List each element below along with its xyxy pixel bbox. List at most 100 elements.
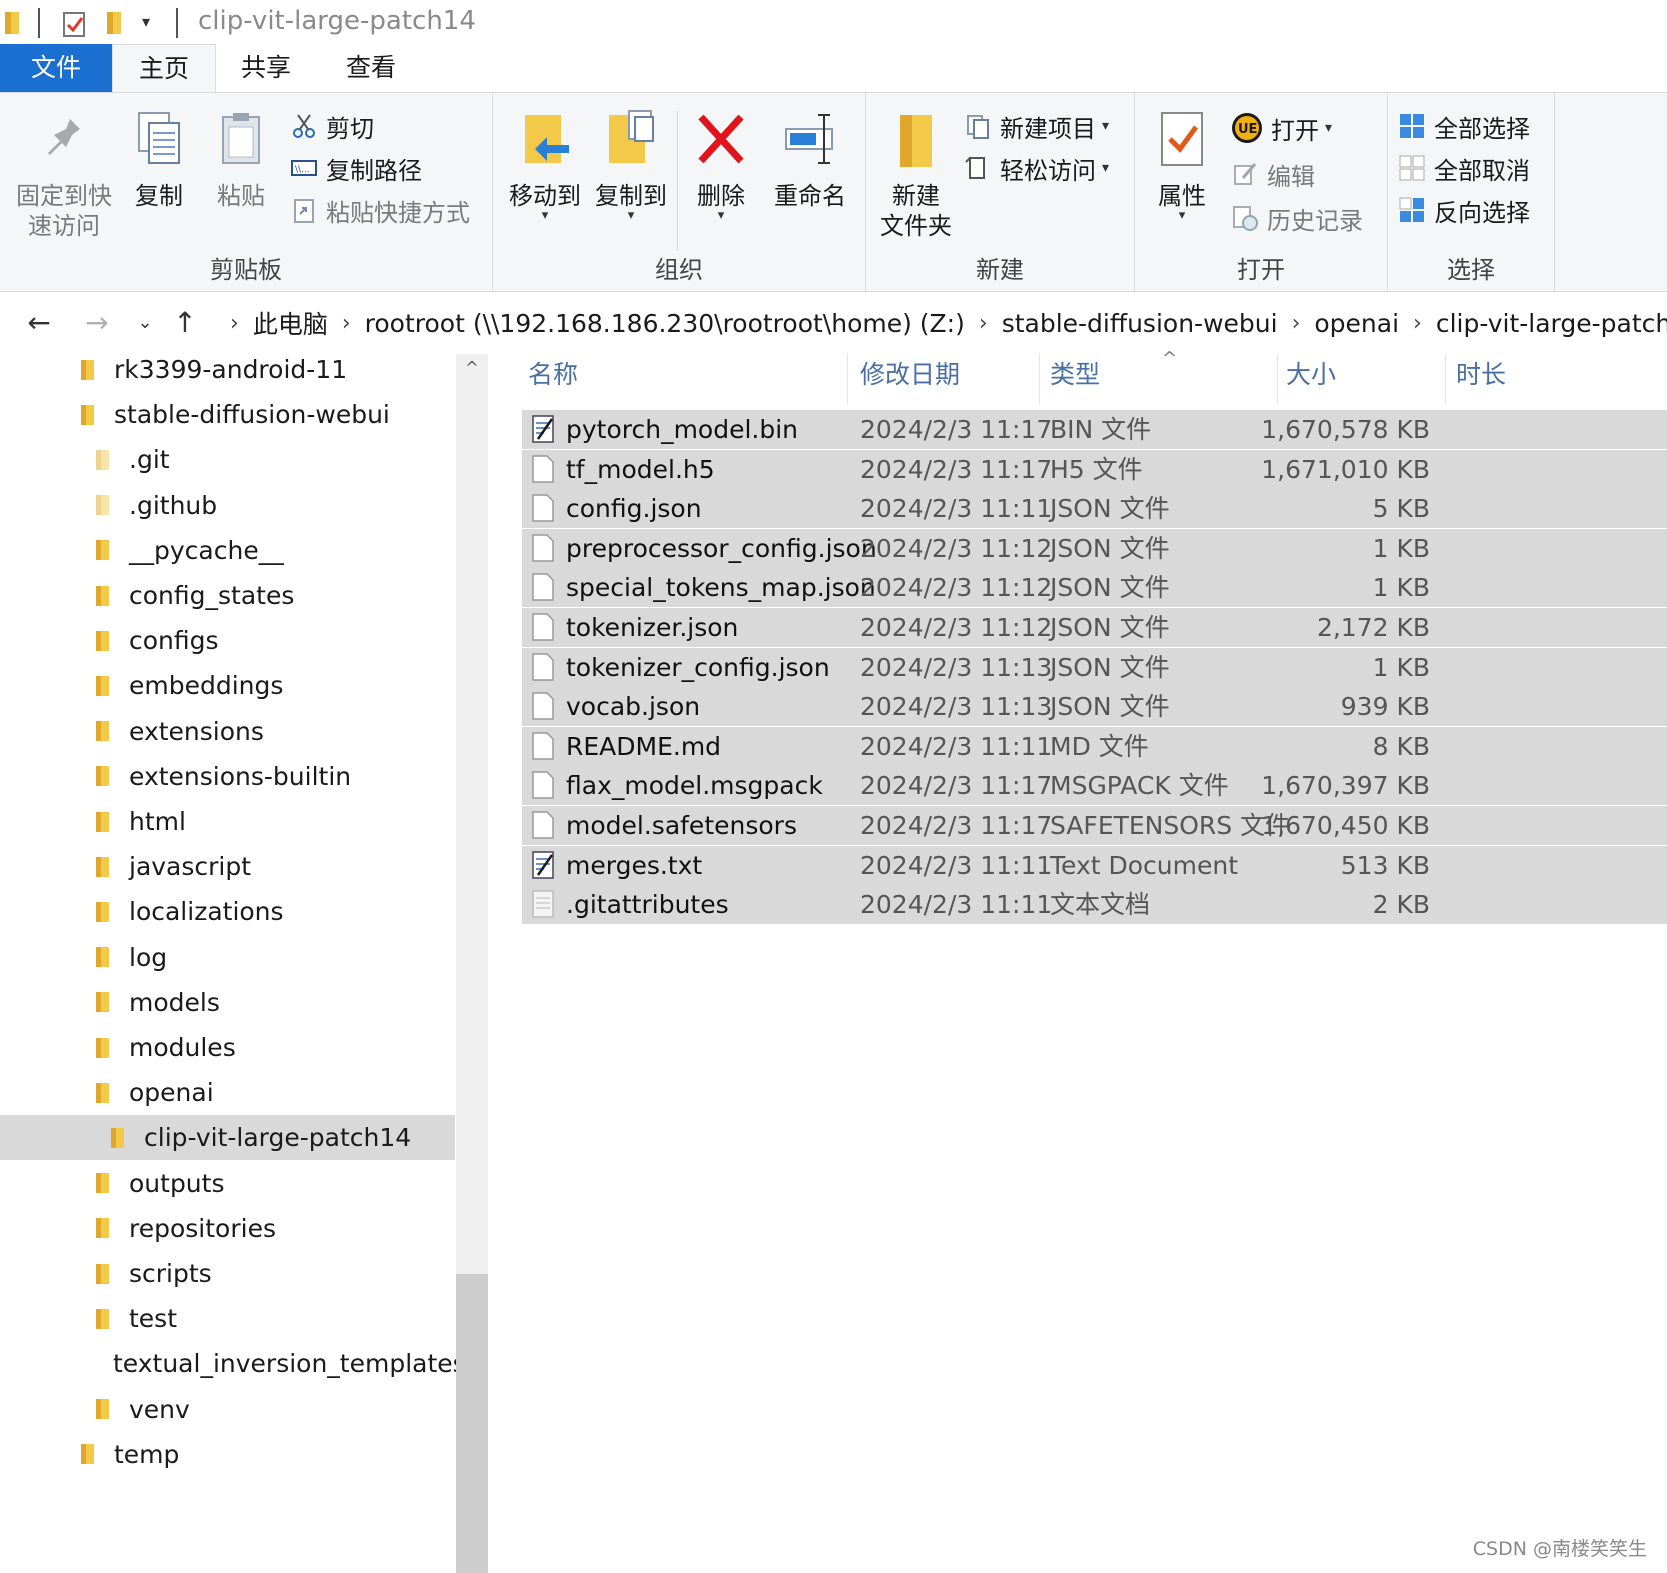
column-header-type-label: 类型 [1050, 360, 1101, 389]
tree-item[interactable]: openai [0, 1070, 455, 1115]
properties-button[interactable]: 属性 ▾ [1145, 107, 1219, 222]
rename-button[interactable]: 重命名 [765, 107, 855, 211]
file-row[interactable]: .gitattributes 2024/2/3 11:11 文本文档 2 KB [522, 885, 1667, 925]
column-header-date[interactable]: 修改日期 [850, 354, 1040, 404]
cut-label: 剪切 [326, 114, 374, 143]
delete-button[interactable]: 删除 ▾ [689, 107, 753, 222]
column-header-name[interactable]: 名称 [518, 354, 848, 404]
breadcrumb-openai[interactable]: openai [1308, 309, 1405, 338]
tree-item[interactable]: temp [0, 1432, 455, 1477]
column-header-duration[interactable]: 时长 [1446, 354, 1606, 404]
file-row[interactable]: tokenizer_config.json 2024/2/3 11:13 JSON … [522, 647, 1667, 687]
select-all-button[interactable]: 全部选择 [1398, 107, 1530, 145]
quick-access-dropdown-icon[interactable]: ▾ [142, 12, 150, 31]
pin-to-quick-access-button[interactable]: 固定到快 速访问 [12, 107, 116, 241]
file-name: special_tokens_map.json [566, 573, 876, 603]
history-button[interactable]: 历史记录 [1231, 199, 1363, 237]
chevron-right-icon[interactable]: › [971, 311, 996, 336]
tree-item[interactable]: log [0, 935, 455, 980]
file-row[interactable]: README.md 2024/2/3 11:11 MD 文件 8 KB [522, 726, 1667, 766]
file-row[interactable]: merges.txt 2024/2/3 11:11 Text Document 513… [522, 845, 1667, 885]
file-row[interactable]: tf_model.h5 2024/2/3 11:17 H5 文件 1,671,010 … [522, 449, 1667, 489]
tree-item[interactable]: models [0, 980, 455, 1025]
tree-item[interactable]: localizations [0, 889, 455, 934]
tree-item[interactable]: html [0, 799, 455, 844]
tree-item[interactable]: repositories [0, 1206, 455, 1251]
chevron-right-icon[interactable]: › [334, 311, 359, 336]
new-item-button[interactable]: 新建项目 ▾ [964, 107, 1109, 145]
properties-quick-access-icon[interactable] [62, 10, 88, 38]
tree-item[interactable]: embeddings [0, 663, 455, 708]
file-row[interactable]: vocab.json 2024/2/3 11:13 JSON 文件 939 KB [522, 687, 1667, 727]
tab-view[interactable]: 查看 [316, 44, 426, 92]
chevron-right-icon[interactable]: › [1405, 311, 1430, 336]
breadcrumb-this-pc[interactable]: 此电脑 [247, 305, 334, 341]
tab-home[interactable]: 主页 [112, 44, 216, 92]
navigation-scrollbar[interactable]: ^ [456, 354, 488, 1573]
address-bar[interactable]: › 此电脑 › rootroot (\\192.168.186.230\root… [210, 298, 1667, 348]
easy-access-button[interactable]: 轻松访问 ▾ [964, 149, 1109, 187]
tab-file[interactable]: 文件 [0, 44, 112, 92]
copy-button[interactable]: 复制 [124, 107, 194, 211]
tree-item[interactable]: textual_inversion_templates [0, 1341, 466, 1386]
cut-button[interactable]: 剪切 [290, 107, 374, 145]
tree-item[interactable]: .git [0, 437, 455, 482]
paste-shortcut-button[interactable]: 粘贴快捷方式 [290, 191, 470, 229]
tree-item[interactable]: javascript [0, 844, 455, 889]
forward-arrow-icon[interactable]: → [80, 306, 114, 340]
tree-item[interactable]: outputs [0, 1161, 455, 1206]
breadcrumb-stable-diffusion-webui[interactable]: stable-diffusion-webui [996, 309, 1284, 338]
tree-item[interactable]: rk3399-android-11 [0, 354, 455, 392]
tree-item[interactable]: config_states [0, 573, 455, 618]
tree-item[interactable]: modules [0, 1025, 455, 1070]
up-arrow-icon[interactable]: ↑ [168, 306, 202, 340]
file-row[interactable]: pytorch_model.bin 2024/2/3 11:17 BIN 文件 1,6… [522, 410, 1667, 449]
back-arrow-icon[interactable]: ← [22, 306, 56, 340]
open-button[interactable]: UE 打开 ▾ [1231, 109, 1332, 147]
title-bar: ▾ clip-vit-large-patch14 [0, 0, 1667, 44]
pin-label-line1: 固定到快 [16, 182, 112, 210]
file-row[interactable]: preprocessor_config.json 2024/2/3 11:12 JS… [522, 528, 1667, 568]
file-row[interactable]: special_tokens_map.json 2024/2/3 11:12 JSO… [522, 568, 1667, 608]
paste-button[interactable]: 粘贴 [206, 107, 276, 211]
tree-item-label: rk3399-android-11 [114, 355, 348, 384]
folder-icon [96, 495, 109, 516]
tree-item[interactable]: test [0, 1296, 455, 1341]
file-row[interactable]: model.safetensors 2024/2/3 11:17 SAFETENSO… [522, 806, 1667, 845]
tree-item[interactable]: .github [0, 483, 455, 528]
recent-locations-chevron-icon[interactable]: ⌄ [128, 306, 162, 340]
new-folder-button[interactable]: 新建 文件夹 [874, 107, 958, 241]
file-type: JSON 文件 [1050, 692, 1170, 722]
file-size: 1,670,450 KB [1261, 811, 1430, 840]
tree-item[interactable]: extensions [0, 709, 455, 754]
tree-item[interactable]: venv [0, 1387, 455, 1432]
tree-item[interactable]: stable-diffusion-webui [0, 392, 455, 437]
file-row[interactable]: tokenizer.json 2024/2/3 11:12 JSON 文件 2,172… [522, 608, 1667, 647]
breadcrumb-current-folder[interactable]: clip-vit-large-patch14 [1430, 309, 1667, 338]
edit-button[interactable]: 编辑 [1231, 155, 1315, 193]
tree-item[interactable]: extensions-builtin [0, 754, 455, 799]
copy-path-button[interactable]: \\... 复制路径 [290, 149, 422, 187]
tree-item[interactable]: configs [0, 618, 455, 663]
tree-item[interactable]: scripts [0, 1251, 455, 1296]
column-header-size[interactable]: 大小 [1276, 354, 1446, 404]
new-folder-quick-access-icon[interactable] [106, 10, 124, 36]
tree-item[interactable]: clip-vit-large-patch14 [0, 1115, 455, 1161]
chevron-right-icon[interactable]: › [1284, 311, 1309, 336]
tab-share[interactable]: 共享 [216, 44, 316, 92]
file-row[interactable]: flax_model.msgpack 2024/2/3 11:17 MSGPACK … [522, 766, 1667, 806]
tree-item[interactable]: __pycache__ [0, 528, 455, 573]
breadcrumb-drive[interactable]: rootroot (\\192.168.186.230\rootroot\hom… [359, 309, 971, 338]
chevron-right-icon[interactable]: › [222, 311, 247, 336]
scrollbar-thumb[interactable] [456, 1274, 488, 1573]
invert-selection-button[interactable]: 反向选择 [1398, 191, 1530, 229]
history-icon [1233, 206, 1258, 231]
paste-icon [222, 113, 260, 164]
select-none-button[interactable]: 全部取消 [1398, 149, 1530, 187]
move-to-button[interactable]: 移动到 ▾ [503, 107, 587, 222]
column-header-type[interactable]: 类型 [1040, 354, 1278, 404]
copy-to-button[interactable]: 复制到 ▾ [589, 107, 673, 222]
scroll-up-arrow-icon[interactable]: ^ [456, 358, 488, 377]
folder-icon [111, 1127, 124, 1148]
file-row[interactable]: config.json 2024/2/3 11:11 JSON 文件 5 KB [522, 489, 1667, 529]
